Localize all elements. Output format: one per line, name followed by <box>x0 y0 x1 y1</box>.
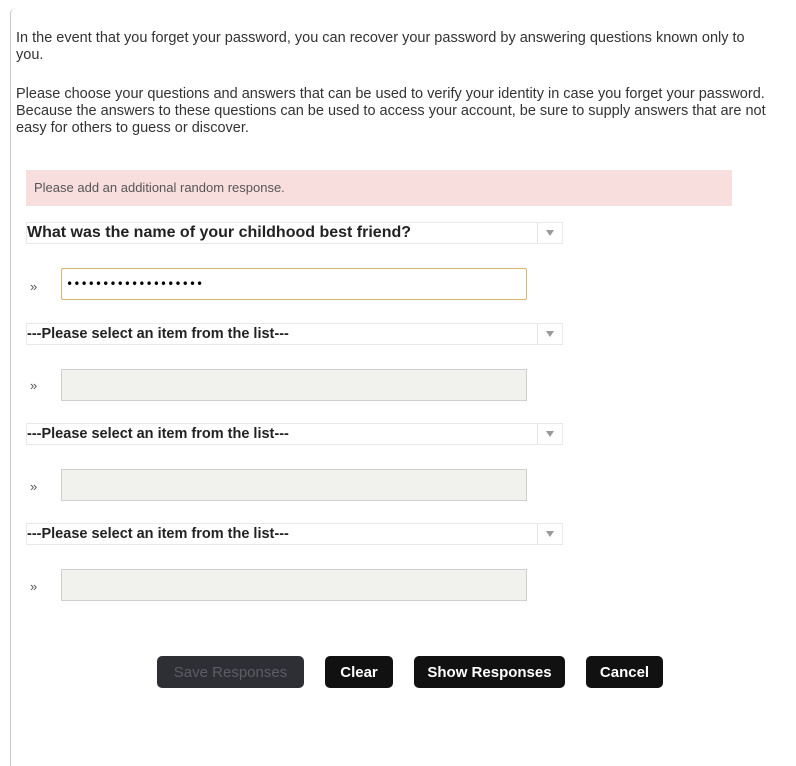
row-marker: » <box>30 378 38 393</box>
question-select-1[interactable]: What was the name of your childhood best… <box>26 222 563 244</box>
question-select-4[interactable]: ---Please select an item from the list--… <box>26 523 563 545</box>
chevron-down-icon[interactable] <box>537 424 562 444</box>
answer-input-2[interactable] <box>61 369 527 401</box>
error-alert: Please add an additional random response… <box>26 170 732 206</box>
question-select-3[interactable]: ---Please select an item from the list--… <box>26 423 563 445</box>
cancel-button[interactable]: Cancel <box>586 656 663 688</box>
question-select-2-value: ---Please select an item from the list--… <box>27 326 289 342</box>
chevron-down-icon[interactable] <box>537 324 562 344</box>
answer-input-4[interactable] <box>61 569 527 601</box>
save-responses-button[interactable]: Save Responses <box>157 656 304 688</box>
chevron-down-icon[interactable] <box>537 524 562 544</box>
question-select-3-value: ---Please select an item from the list--… <box>27 426 289 442</box>
answer-input-1[interactable] <box>61 268 527 300</box>
row-marker: » <box>30 279 38 294</box>
question-select-2[interactable]: ---Please select an item from the list--… <box>26 323 563 345</box>
intro-paragraph-1: In the event that you forget your passwo… <box>16 30 745 63</box>
question-select-1-value: What was the name of your childhood best… <box>27 224 412 241</box>
clear-button[interactable]: Clear <box>325 656 393 688</box>
answer-input-3[interactable] <box>61 469 527 501</box>
row-marker: » <box>30 479 38 494</box>
chevron-down-icon[interactable] <box>537 223 562 243</box>
question-select-4-value: ---Please select an item from the list--… <box>27 526 289 542</box>
row-marker: » <box>30 579 38 594</box>
intro-paragraph-2: Please choose your questions and answers… <box>16 86 766 136</box>
show-responses-button[interactable]: Show Responses <box>414 656 565 688</box>
